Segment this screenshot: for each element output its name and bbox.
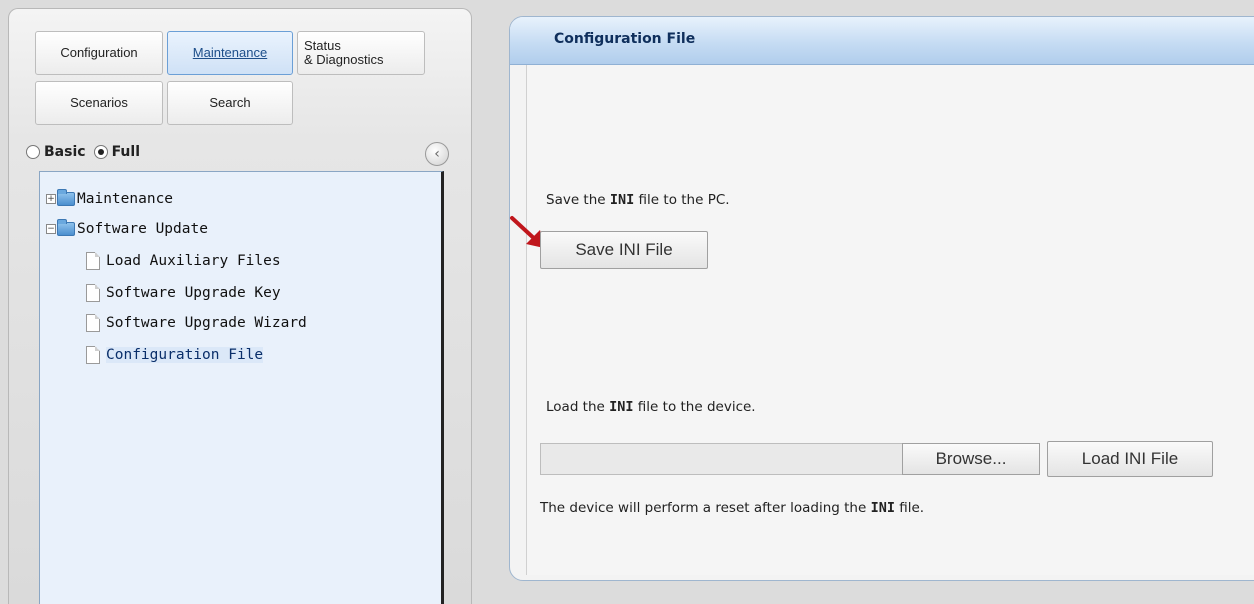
- full-radio-circle[interactable]: [93, 145, 108, 159]
- save-instruction: Save the INI file to the PC.: [546, 192, 730, 208]
- full-radio-label: Full: [111, 144, 140, 160]
- basic-radio-circle[interactable]: [26, 145, 40, 159]
- save-ini-file-button[interactable]: Save INI File: [540, 231, 708, 269]
- content-header: Configuration File: [510, 17, 1254, 65]
- tab-configuration[interactable]: Configuration: [35, 31, 163, 75]
- load-text-after: file to the device.: [633, 399, 756, 415]
- tree-node-load-auxiliary-files[interactable]: Load Auxiliary Files: [86, 250, 281, 272]
- page-icon: [86, 252, 100, 270]
- save-text-before: Save the: [546, 192, 610, 208]
- load-text-bold: INI: [609, 399, 634, 415]
- navigation-tree: + Maintenance − Software Update Load Aux…: [39, 171, 444, 604]
- note-text-before: The device will perform a reset after lo…: [540, 500, 871, 516]
- page-icon: [86, 314, 100, 332]
- tree-node-software-update[interactable]: − Software Update: [46, 218, 208, 240]
- view-mode-selector: Basic Full: [26, 138, 446, 166]
- tab-status-diagnostics[interactable]: Status & Diagnostics: [297, 31, 425, 75]
- tree-label: Configuration File: [106, 347, 264, 363]
- note-text-bold: INI: [870, 500, 895, 516]
- tree-label: Software Update: [77, 221, 208, 237]
- page-icon: [86, 346, 100, 364]
- tree-node-configuration-file[interactable]: Configuration File: [86, 344, 264, 366]
- note-text-after: file.: [894, 500, 925, 516]
- content-body: [526, 65, 1254, 575]
- tab-status-line1: Status: [304, 38, 341, 53]
- folder-icon: [57, 219, 75, 236]
- content-panel: Configuration File: [509, 16, 1254, 581]
- load-text-before: Load the: [546, 399, 610, 415]
- basic-radio-label: Basic: [44, 144, 86, 160]
- load-ini-file-button[interactable]: Load INI File: [1047, 441, 1213, 477]
- tab-search[interactable]: Search: [167, 81, 293, 125]
- reset-note: The device will perform a reset after lo…: [540, 500, 924, 516]
- save-text-bold: INI: [609, 192, 635, 208]
- basic-radio[interactable]: Basic: [26, 144, 86, 160]
- tree-label: Load Auxiliary Files: [106, 253, 281, 269]
- tab-status-line2: & Diagnostics: [304, 52, 384, 67]
- load-instruction: Load the INI file to the device.: [546, 399, 756, 415]
- tree-node-software-upgrade-wizard[interactable]: Software Upgrade Wizard: [86, 312, 307, 334]
- collapse-panel-icon[interactable]: ‹: [425, 142, 449, 166]
- tree-label: Software Upgrade Wizard: [106, 315, 307, 331]
- browse-button[interactable]: Browse...: [902, 443, 1040, 475]
- tree-node-maintenance[interactable]: + Maintenance: [46, 188, 173, 210]
- tree-label: Maintenance: [77, 191, 174, 207]
- page-icon: [86, 284, 100, 302]
- file-path-input[interactable]: [540, 443, 902, 475]
- tab-scenarios[interactable]: Scenarios: [35, 81, 163, 125]
- save-text-after: file to the PC.: [634, 192, 730, 208]
- collapse-icon[interactable]: −: [46, 224, 56, 234]
- expand-icon[interactable]: +: [46, 194, 56, 204]
- full-radio[interactable]: Full: [93, 144, 140, 160]
- page-title: Configuration File: [554, 31, 696, 47]
- tree-label: Software Upgrade Key: [106, 285, 281, 301]
- tab-maintenance[interactable]: Maintenance: [167, 31, 293, 75]
- tree-node-software-upgrade-key[interactable]: Software Upgrade Key: [86, 282, 281, 304]
- folder-icon: [57, 189, 75, 206]
